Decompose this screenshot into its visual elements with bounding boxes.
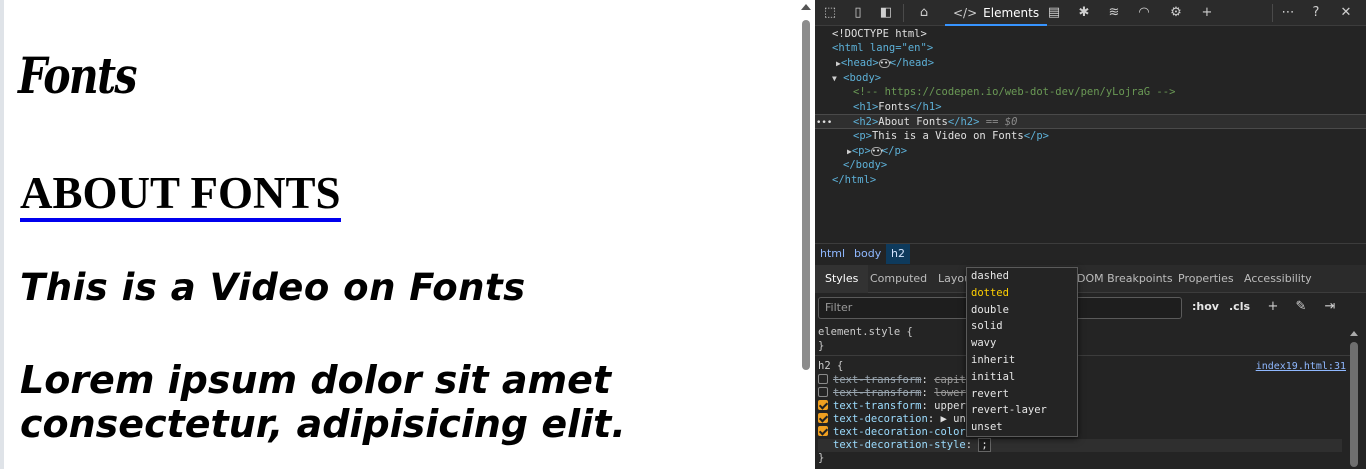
page-paragraph-lorem: Lorem ipsum dolor sit amet consectetur, … [20, 358, 810, 446]
paint-brush-icon[interactable]: ✎ [1292, 298, 1310, 316]
prop-row[interactable]: text-transform: lowerc [818, 387, 1342, 400]
console-icon[interactable]: ▤ [1045, 4, 1063, 22]
prop-row[interactable]: text-decoration-color: [818, 426, 1342, 439]
lorem-line-1: Lorem ipsum dolor sit amet [20, 358, 612, 402]
home-icon[interactable]: ⌂ [915, 4, 933, 22]
tab-properties[interactable]: Properties [1178, 265, 1234, 293]
tab-elements-label: Elements [983, 6, 1040, 20]
dom-node-h1[interactable]: <h1>Fonts</h1> [815, 100, 1366, 115]
css-value-autocomplete: dashed dotted double solid wavy inherit … [966, 267, 1078, 437]
prop-row[interactable]: text-decoration: ▶ unde [818, 413, 1342, 426]
toolbar-divider [903, 4, 904, 22]
device-toolbar-icon[interactable]: ▯ [849, 4, 867, 22]
element-style-close: } [818, 340, 825, 352]
autocomplete-item[interactable]: double [967, 302, 1077, 319]
autocomplete-item[interactable]: wavy [967, 335, 1077, 352]
rule-divider [815, 355, 1350, 356]
breadcrumb-body[interactable]: body [849, 244, 886, 264]
dom-node-body-close[interactable]: </body> [815, 158, 1366, 173]
prop-checkbox[interactable] [818, 413, 828, 423]
inspect-icon[interactable]: ⬚ [821, 4, 839, 22]
h2-rule-selector[interactable]: h2 { [818, 360, 843, 373]
collapsed-ellipsis-icon[interactable]: ••• [878, 58, 892, 68]
styles-filter-row: Filter :hov .cls + ✎ ⇥ [815, 294, 1366, 324]
autocomplete-item[interactable]: solid [967, 318, 1077, 335]
prop-checkbox[interactable] [818, 400, 828, 410]
autocomplete-item[interactable]: dashed [967, 268, 1077, 285]
page-viewport: Fonts About Fonts This is a Video on Fon… [0, 0, 815, 469]
dom-node-doctype[interactable]: <!DOCTYPE html> [815, 27, 1366, 42]
tab-computed[interactable]: Computed [870, 265, 927, 293]
new-style-rule-icon[interactable]: + [1264, 298, 1282, 316]
page-paragraph-video: This is a Video on Fonts [20, 266, 526, 309]
scroll-up-arrow-icon[interactable] [801, 4, 811, 10]
h2-rule-close: } [818, 452, 825, 464]
tab-styles[interactable]: Styles [815, 265, 869, 293]
computed-sidebar-icon[interactable]: ⇥ [1321, 298, 1339, 316]
tab-accessibility[interactable]: Accessibility [1244, 265, 1312, 293]
more-icon[interactable]: ⋯ [1279, 4, 1297, 22]
tab-dom-breakpoints[interactable]: DOM Breakpoints [1077, 265, 1173, 293]
devtools-toolbar: ⬚ ▯ ◧ ⌂ </> Elements ▤ ✱ ≋ ◠ ⚙ + ⋯ ? ✕ [815, 0, 1366, 26]
prop-checkbox[interactable] [818, 387, 828, 397]
collapsed-ellipsis-icon[interactable]: ••• [870, 146, 884, 156]
styles-rules: element.style { } h2 { index19.html:31 t… [815, 324, 1366, 469]
prop-value-editor[interactable]: ; [978, 438, 991, 452]
network-icon[interactable]: ≋ [1105, 4, 1123, 22]
performance-icon[interactable]: ◠ [1135, 4, 1153, 22]
page-heading-fonts: Fonts [18, 46, 137, 105]
viewport-edge [0, 0, 4, 469]
prop-row[interactable]: text-transform: upperc [818, 400, 1342, 413]
page-subheading-about-fonts: About Fonts [20, 168, 341, 222]
help-icon[interactable]: ? [1307, 4, 1325, 22]
autocomplete-item-highlighted[interactable]: dotted [967, 285, 1077, 302]
breadcrumb-html[interactable]: html [815, 244, 850, 264]
dom-node-body[interactable]: ▼ <body> [815, 71, 1366, 86]
dom-node-comment[interactable]: <!-- https://codepen.io/web-dot-dev/pen/… [815, 85, 1366, 100]
collapse-triangle-icon[interactable]: ▼ [832, 74, 837, 83]
cls-toggle-button[interactable]: .cls [1229, 300, 1250, 313]
devtools-panel: ⬚ ▯ ◧ ⌂ </> Elements ▤ ✱ ≋ ◠ ⚙ + ⋯ ? ✕ <!… [815, 0, 1366, 469]
breadcrumb: html body h2 [815, 243, 1366, 264]
scroll-up-arrow-icon[interactable] [1350, 331, 1358, 336]
rule-source-link[interactable]: index19.html:31 [1256, 360, 1346, 373]
bug-icon[interactable]: ✱ [1075, 4, 1093, 22]
close-icon[interactable]: ✕ [1337, 4, 1355, 22]
hov-toggle-button[interactable]: :hov [1192, 300, 1219, 313]
breadcrumb-h2[interactable]: h2 [886, 244, 910, 264]
lorem-line-2: consectetur, adipisicing elit. [20, 402, 626, 446]
autocomplete-item[interactable]: initial [967, 369, 1077, 386]
settings-chip-icon[interactable]: ⚙ [1167, 4, 1185, 22]
styles-scrollbar[interactable] [1348, 324, 1360, 469]
code-brackets-icon: </> [953, 6, 978, 20]
element-style-selector[interactable]: element.style { [818, 326, 913, 339]
dom-node-html-close[interactable]: </html> [815, 173, 1366, 188]
sidebar-toggle-icon[interactable]: ◧ [877, 4, 895, 22]
autocomplete-item[interactable]: revert [967, 386, 1077, 403]
prop-checkbox[interactable] [818, 426, 828, 436]
prop-row-editing[interactable]: text-decoration-style: ; [818, 438, 1342, 452]
page-scrollbar[interactable] [797, 0, 815, 469]
dom-node-html[interactable]: <html lang="en"> [815, 41, 1366, 56]
dom-node-p[interactable]: <p>This is a Video on Fonts</p> [815, 129, 1366, 144]
toolbar-divider [1272, 4, 1273, 22]
add-tab-icon[interactable]: + [1198, 4, 1216, 22]
autocomplete-item[interactable]: unset [967, 419, 1077, 436]
prop-checkbox[interactable] [818, 374, 828, 384]
dom-node-h2-selected[interactable]: ••• <h2>About Fonts</h2> == $0 [815, 114, 1366, 129]
tab-elements[interactable]: </> Elements [945, 0, 1048, 26]
prop-row[interactable]: text-transform: capita [818, 374, 1342, 387]
autocomplete-item[interactable]: revert-layer [967, 402, 1077, 419]
page-scroll-thumb[interactable] [802, 20, 810, 370]
dom-node-head[interactable]: ▶<head>•••</head> [815, 56, 1366, 71]
autocomplete-item[interactable]: inherit [967, 352, 1077, 369]
dom-node-p2[interactable]: ▶<p>•••</p> [815, 144, 1366, 159]
styles-pane-tabs: Styles Computed Layou DOM Breakpoints Pr… [815, 265, 1366, 293]
styles-scroll-thumb[interactable] [1350, 342, 1358, 467]
dom-tree: <!DOCTYPE html> <html lang="en"> ▶<head>… [815, 27, 1366, 242]
